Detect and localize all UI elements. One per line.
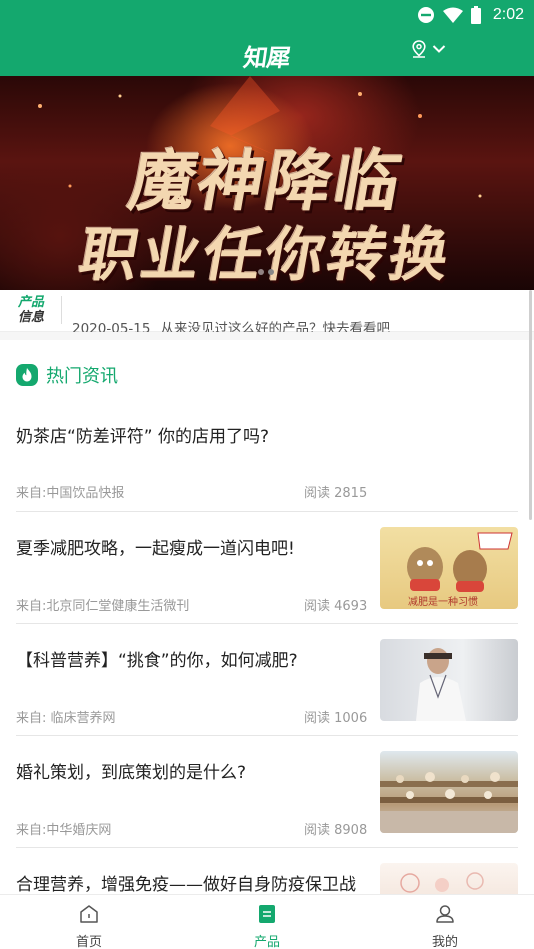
chevron-down-icon (432, 45, 446, 53)
news-title: 【科普营养】“挑食”的你，如何减肥? (16, 651, 298, 671)
section-title: 热门资讯 (46, 366, 118, 387)
profile-icon (436, 905, 454, 923)
news-thumbnail (380, 639, 518, 721)
wedding-photo (380, 772, 518, 833)
notice-divider (61, 296, 62, 324)
doctor-photo (416, 648, 466, 721)
app-logo: 知犀 (241, 43, 292, 72)
news-source: 来自:中国饮品快报 (16, 486, 125, 501)
news-read-count: 阅读 8908 (304, 823, 368, 838)
banner-dot[interactable] (258, 269, 264, 275)
notice-badge-line2: 信息 (18, 310, 45, 325)
wifi-icon (442, 7, 463, 23)
tab-home-label: 首页 (75, 935, 102, 949)
do-not-disturb-icon (417, 7, 434, 23)
news-item[interactable]: 奶茶店“防差评符” 你的店用了吗? 来自:中国饮品快报 阅读 2815 (16, 400, 518, 512)
news-read-count: 阅读 2815 (304, 486, 368, 501)
tab-profile-label: 我的 (431, 935, 458, 949)
news-source: 来自:北京同仁堂健康生活微刊 (16, 599, 190, 614)
news-title: 奶茶店“防差评符” 你的店用了吗? (16, 427, 270, 447)
news-title: 合理营养，增强免疫——做好自身防疫保卫战 (16, 875, 356, 895)
banner-subheadline: 职业任你转换 (74, 221, 459, 289)
news-source: 来自: 临床营养网 (16, 711, 116, 726)
tab-product-label: 产品 (253, 935, 280, 949)
banner-pagination (258, 269, 274, 275)
bottom-tab-bar: 首页 产品 我的 (0, 894, 534, 949)
tab-product[interactable]: 产品 (178, 895, 356, 949)
notice-badge: 产品 信息 (18, 295, 60, 325)
product-notice-bar[interactable]: 产品 信息 2020-05-15 从来没见过这么好的产品？快去看看吧 (0, 290, 534, 337)
location-pin-icon (412, 40, 426, 58)
promo-banner[interactable]: 魔神降临 职业任你转换 (0, 76, 534, 290)
news-read-count: 阅读 4693 (304, 599, 368, 614)
hot-flame-icon (16, 364, 38, 386)
news-item[interactable]: 【科普营养】“挑食”的你，如何减肥? 来自: 临床营养网 阅读 1006 (16, 624, 518, 736)
status-time: 2:02 (492, 6, 524, 23)
location-selector[interactable] (412, 40, 446, 58)
tab-home[interactable]: 首页 (0, 895, 178, 949)
news-read-count: 阅读 1006 (304, 711, 368, 726)
news-item[interactable]: 婚礼策划，到底策划的是什么? 来自:中华婚庆网 阅读 8908 (16, 736, 518, 848)
notice-badge-line1: 产品 (18, 295, 45, 310)
home-icon (80, 905, 98, 923)
product-icon (259, 905, 275, 923)
section-divider (0, 332, 534, 340)
section-header: 热门资讯 (16, 362, 118, 388)
news-thumbnail (380, 751, 518, 833)
news-item[interactable]: 夏季减肥攻略，一起瘦成一道闪电吧! 来自:北京同仁堂健康生活微刊 阅读 4693… (16, 512, 518, 624)
thumbnail-caption: 减肥是一种习惯 (408, 597, 478, 608)
tab-profile[interactable]: 我的 (356, 895, 534, 949)
banner-dot-active[interactable] (268, 269, 274, 275)
news-source: 来自:中华婚庆网 (16, 823, 112, 838)
battery-icon (470, 6, 481, 24)
scrollbar-thumb[interactable] (529, 290, 532, 520)
status-bar: 2:02 (417, 4, 524, 26)
news-title: 夏季减肥攻略，一起瘦成一道闪电吧! (16, 539, 295, 559)
news-title: 婚礼策划，到底策划的是什么? (16, 763, 247, 783)
app-header: 2:02 知犀 (0, 0, 534, 76)
news-thumbnail: 减肥是一种习惯 (380, 527, 518, 609)
